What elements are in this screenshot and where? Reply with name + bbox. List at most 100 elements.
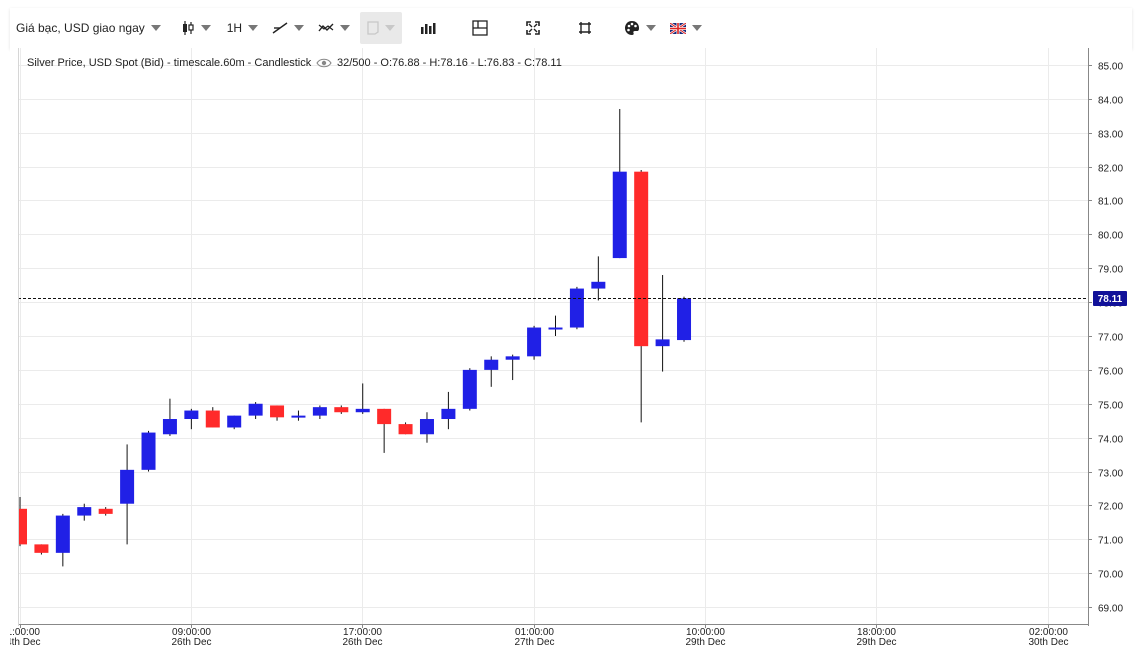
chevron-down-icon: [340, 25, 351, 31]
drawing-tools-button[interactable]: [266, 12, 310, 44]
crosshair-icon: [472, 20, 488, 36]
x-tick-date-label: 24th Dec: [10, 637, 41, 648]
x-tick-date-label: 30th Dec: [1028, 637, 1068, 648]
candle-body: [398, 424, 413, 435]
chart-toolbar: Giá bạc, USD giao ngay 1H: [10, 8, 1132, 49]
y-tick-label: 76.00: [1098, 367, 1123, 378]
candle: [334, 405, 349, 414]
chevron-down-icon: [646, 25, 657, 31]
bar-volume-icon: [420, 21, 436, 35]
candle-body: [227, 415, 242, 428]
candle-body: [677, 298, 692, 341]
candle-body: [205, 410, 220, 428]
candle-body: [162, 419, 177, 435]
candle: [548, 315, 563, 336]
candle: [591, 256, 606, 301]
y-tick-label: 71.00: [1098, 536, 1123, 547]
y-tick-label: 74.00: [1098, 435, 1123, 446]
fullscreen-icon: [526, 21, 540, 35]
y-tick-label: 72.00: [1098, 502, 1123, 513]
candle: [462, 368, 477, 411]
color-scheme-button[interactable]: [618, 12, 662, 44]
indicators-button[interactable]: [312, 12, 356, 44]
x-tick-date-label: 29th Dec: [856, 637, 896, 648]
candle: [270, 405, 285, 421]
chart-type-button[interactable]: [175, 12, 217, 44]
candle: [655, 275, 670, 372]
y-tick-label: 82.00: [1098, 164, 1123, 175]
candle: [355, 383, 370, 414]
candle: [184, 408, 199, 430]
candle: [677, 296, 692, 342]
candle-body: [77, 507, 92, 516]
candle: [141, 430, 156, 472]
timeframe-label: 1H: [226, 21, 243, 35]
candle-body: [248, 403, 263, 416]
candle-body: [441, 408, 456, 420]
series-info: Silver Price, USD Spot (Bid) - timescale…: [27, 57, 312, 69]
candle-body: [34, 544, 49, 553]
candle-body: [120, 469, 135, 504]
candle: [569, 286, 584, 330]
candle-body: [548, 327, 563, 330]
candle: [291, 410, 306, 421]
instrument-selector[interactable]: Giá bạc, USD giao ngay: [10, 12, 167, 44]
fullscreen-button[interactable]: [520, 12, 546, 44]
candle-body: [612, 171, 627, 259]
instrument-label: Giá bạc, USD giao ngay: [16, 21, 145, 35]
chart-area[interactable]: 69.00 70.00 71.00 72.00 73.00 74.00 75.00 76.00…: [0, 48, 1132, 648]
last-price-label: 78.11: [1098, 294, 1123, 305]
candle: [612, 108, 627, 259]
language-button[interactable]: [664, 12, 708, 44]
y-tick-label: 79.00: [1098, 265, 1123, 276]
candle-body: [312, 407, 327, 416]
candle-body: [591, 281, 606, 289]
chevron-down-icon: [294, 25, 305, 31]
candle-body: [655, 339, 670, 347]
x-tick-date-label: 26th Dec: [342, 637, 382, 648]
candle-body: [634, 171, 649, 347]
candle: [77, 503, 92, 521]
candle: [248, 402, 263, 420]
candle-body: [270, 405, 285, 418]
candle: [98, 507, 113, 516]
candle: [227, 415, 242, 430]
crosshair-button[interactable]: [466, 12, 494, 44]
candle: [398, 422, 413, 435]
candle: [505, 354, 520, 381]
candle-body: [505, 356, 520, 360]
y-tick-label: 69.00: [1098, 604, 1123, 615]
candle: [55, 513, 70, 567]
candle-body: [184, 410, 199, 420]
grid: [18, 48, 1088, 624]
y-tick-label: 70.00: [1098, 570, 1123, 581]
last-price-marker: 78.11: [1093, 291, 1127, 306]
y-tick-label: 81.00: [1098, 197, 1123, 208]
chevron-down-icon: [248, 25, 259, 31]
candle-body: [484, 359, 499, 370]
candle-body: [462, 369, 477, 409]
candle-body: [98, 508, 113, 514]
x-tick-date-label: 29th Dec: [685, 637, 725, 648]
candle-body: [141, 432, 156, 470]
timeframe-selector[interactable]: 1H: [221, 12, 264, 44]
x-tick-date-label: 27th Dec: [514, 637, 554, 648]
candle: [120, 444, 135, 545]
candle-body: [19, 508, 27, 545]
candlestick-type-icon: [181, 20, 195, 36]
chart-header: Silver Price, USD Spot (Bid) - timescale…: [27, 57, 562, 69]
candle: [377, 408, 392, 453]
fit-button[interactable]: [572, 12, 598, 44]
candle: [205, 407, 220, 428]
candlestick-chart[interactable]: 69.00 70.00 71.00 72.00 73.00 74.00 75.00 76.00…: [0, 48, 1132, 648]
chevron-down-icon: [150, 25, 161, 31]
uk-flag-icon: [670, 22, 687, 34]
drawing-line-icon: [272, 21, 288, 35]
candle-body: [527, 327, 542, 357]
template-button[interactable]: [360, 12, 403, 44]
volume-button[interactable]: [414, 12, 442, 44]
candle: [527, 325, 542, 360]
candle: [634, 169, 649, 423]
ohlc-info: 32/500 - O:76.88 - H:78.16 - L:76.83 - C…: [337, 57, 562, 69]
indicator-icon: [318, 21, 334, 35]
